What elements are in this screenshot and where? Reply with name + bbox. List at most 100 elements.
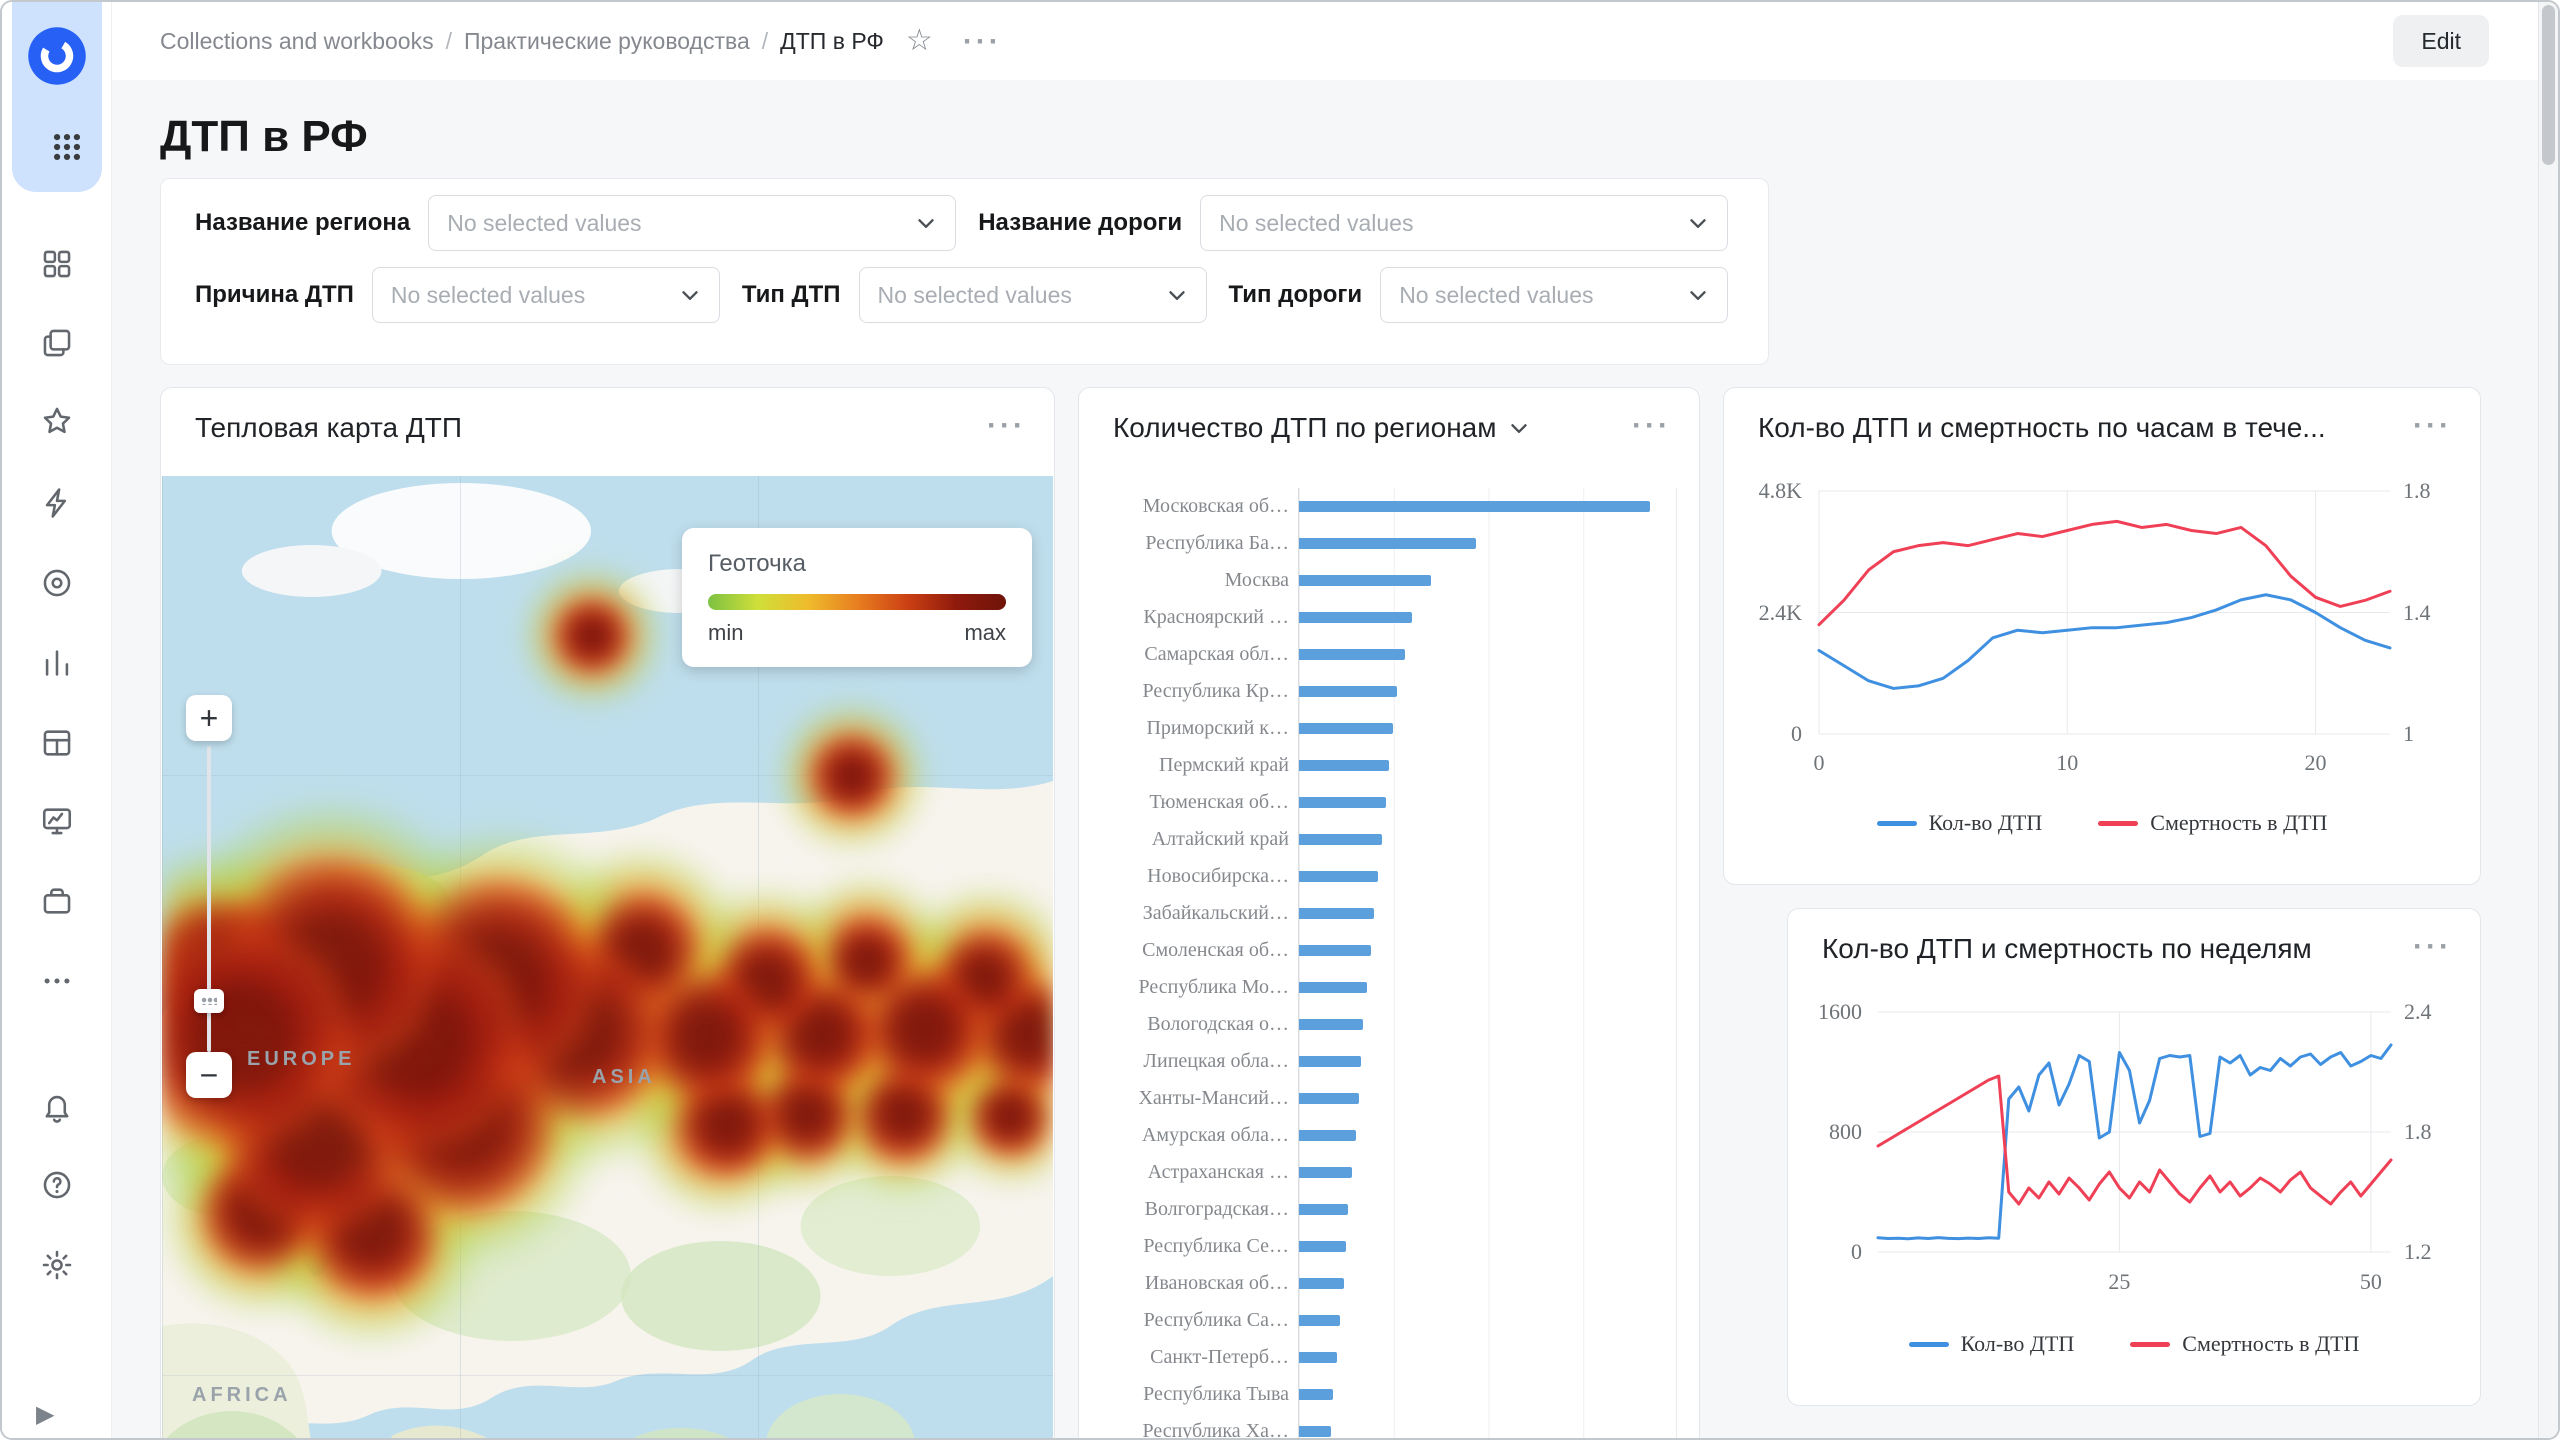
y-axis-tick: 4.8K <box>1759 478 1802 504</box>
bar[interactable] <box>1299 612 1412 623</box>
filter-cause-select[interactable]: No selected values <box>372 267 720 323</box>
bar-category-label: Республика Мо… <box>1079 976 1298 999</box>
y-axis-left: 02.4K4.8K <box>1724 491 1802 734</box>
apps-grid-icon[interactable] <box>40 120 94 174</box>
card-menu-button[interactable]: ··· <box>987 418 1026 433</box>
bar-track <box>1298 1191 1677 1228</box>
plot-area[interactable] <box>1819 491 2390 734</box>
favorite-star-icon[interactable]: ☆ <box>906 26 933 56</box>
bar-row: Республика Тыва <box>1079 1376 1700 1413</box>
bar-row: Волгоградская… <box>1079 1191 1700 1228</box>
bar-chart-icon[interactable] <box>39 645 75 681</box>
filter-road-type-select[interactable]: No selected values <box>1380 267 1728 323</box>
filter-label-cause: Причина ДТП <box>195 281 354 309</box>
bar[interactable] <box>1299 797 1386 808</box>
plot-area[interactable] <box>1878 1012 2391 1252</box>
bar[interactable] <box>1299 982 1367 993</box>
bar[interactable] <box>1299 1426 1331 1437</box>
star-icon[interactable] <box>39 403 75 439</box>
zoom-slider-handle[interactable] <box>194 989 224 1013</box>
legend-item-dtp[interactable]: Кол-во ДТП <box>1877 810 2043 836</box>
monitor-chart-icon[interactable] <box>39 803 75 839</box>
bar[interactable] <box>1299 575 1431 586</box>
bar[interactable] <box>1299 1241 1346 1252</box>
storage-box-icon[interactable] <box>39 883 75 919</box>
breadcrumb-collections[interactable]: Collections and workbooks <box>160 28 434 55</box>
filter-region-select[interactable]: No selected values <box>428 195 956 251</box>
zoom-out-button[interactable]: − <box>186 1052 232 1098</box>
copy-layers-icon[interactable] <box>39 325 75 361</box>
bar-track <box>1298 784 1677 821</box>
page-scrollbar[interactable] <box>2538 2 2558 1438</box>
bar[interactable] <box>1299 501 1650 512</box>
zoom-in-button[interactable]: + <box>186 695 232 741</box>
heatmap-map[interactable]: EUROPE ASIA AFRICA Геоточка min max + − <box>162 476 1053 1440</box>
y-axis-tick: 1.8 <box>2403 478 2431 504</box>
bar-track <box>1298 636 1677 673</box>
bar[interactable] <box>1299 723 1393 734</box>
heatmap-widget: Тепловая карта ДТП ··· <box>160 387 1055 1440</box>
filters-panel: Название региона No selected values Назв… <box>160 178 1769 365</box>
bell-icon[interactable] <box>39 1089 75 1125</box>
bar[interactable] <box>1299 1315 1340 1326</box>
map-label-asia: ASIA <box>592 1066 656 1089</box>
filter-road-name-select[interactable]: No selected values <box>1200 195 1728 251</box>
bar[interactable] <box>1299 945 1371 956</box>
bar-track <box>1298 1265 1677 1302</box>
bar[interactable] <box>1299 1389 1333 1400</box>
lightning-icon[interactable] <box>39 485 75 521</box>
collapse-arrow-icon[interactable]: ▶ <box>36 1400 54 1429</box>
more-icon[interactable] <box>39 963 75 999</box>
filter-accident-type-select[interactable]: No selected values <box>859 267 1207 323</box>
bar[interactable] <box>1299 834 1382 845</box>
bar-row: Красноярский … <box>1079 599 1700 636</box>
legend-swatch-red <box>2098 821 2138 826</box>
legend-item-mortality[interactable]: Смертность в ДТП <box>2098 810 2327 836</box>
bar[interactable] <box>1299 1352 1337 1363</box>
page-menu-button[interactable]: ··· <box>963 34 1002 49</box>
bar[interactable] <box>1299 1130 1356 1141</box>
bar-track <box>1298 747 1677 784</box>
bar[interactable] <box>1299 1167 1352 1178</box>
bar[interactable] <box>1299 1278 1344 1289</box>
bar-track <box>1298 562 1677 599</box>
bar-track <box>1298 1376 1677 1413</box>
legend-label: Смертность в ДТП <box>2150 810 2327 836</box>
bar-track <box>1298 1413 1677 1440</box>
gear-icon[interactable] <box>39 1247 75 1283</box>
legend-item-mortality[interactable]: Смертность в ДТП <box>2130 1331 2359 1357</box>
legend-item-dtp[interactable]: Кол-во ДТП <box>1909 1331 2075 1357</box>
card-menu-button[interactable]: ··· <box>1632 418 1671 433</box>
bar[interactable] <box>1299 649 1405 660</box>
edit-button[interactable]: Edit <box>2393 15 2489 67</box>
bar-category-label: Тюменская об… <box>1079 791 1298 814</box>
grid-squares-icon[interactable] <box>39 246 75 282</box>
bar[interactable] <box>1299 871 1378 882</box>
bar[interactable] <box>1299 1204 1348 1215</box>
help-icon[interactable] <box>39 1167 75 1203</box>
bar[interactable] <box>1299 1056 1361 1067</box>
y-axis-tick: 1600 <box>1818 999 1862 1025</box>
table-icon[interactable] <box>39 725 75 761</box>
bar[interactable] <box>1299 1093 1359 1104</box>
bar-category-label: Забайкальский… <box>1079 902 1298 925</box>
y-axis-tick: 0 <box>1791 721 1802 747</box>
bar[interactable] <box>1299 908 1374 919</box>
scrollbar-thumb[interactable] <box>2542 5 2555 165</box>
datalens-logo-icon[interactable] <box>27 26 87 86</box>
breadcrumb-separator: / <box>762 28 768 55</box>
x-axis: 01020 <box>1819 750 2390 780</box>
bar-track <box>1298 488 1677 525</box>
select-placeholder: No selected values <box>1219 210 1413 237</box>
bar-category-label: Москва <box>1079 569 1298 592</box>
disc-icon[interactable] <box>39 565 75 601</box>
chart-tab-selector[interactable]: Количество ДТП по регионам <box>1113 412 1532 444</box>
bar-row: Республика Ха… <box>1079 1413 1700 1440</box>
bar[interactable] <box>1299 760 1389 771</box>
breadcrumb-guides[interactable]: Практические руководства <box>464 28 750 55</box>
bar[interactable] <box>1299 538 1476 549</box>
page-title: ДТП в РФ <box>160 112 368 162</box>
bar[interactable] <box>1299 1019 1363 1030</box>
bar[interactable] <box>1299 686 1397 697</box>
bar-row: Республика Кр… <box>1079 673 1700 710</box>
